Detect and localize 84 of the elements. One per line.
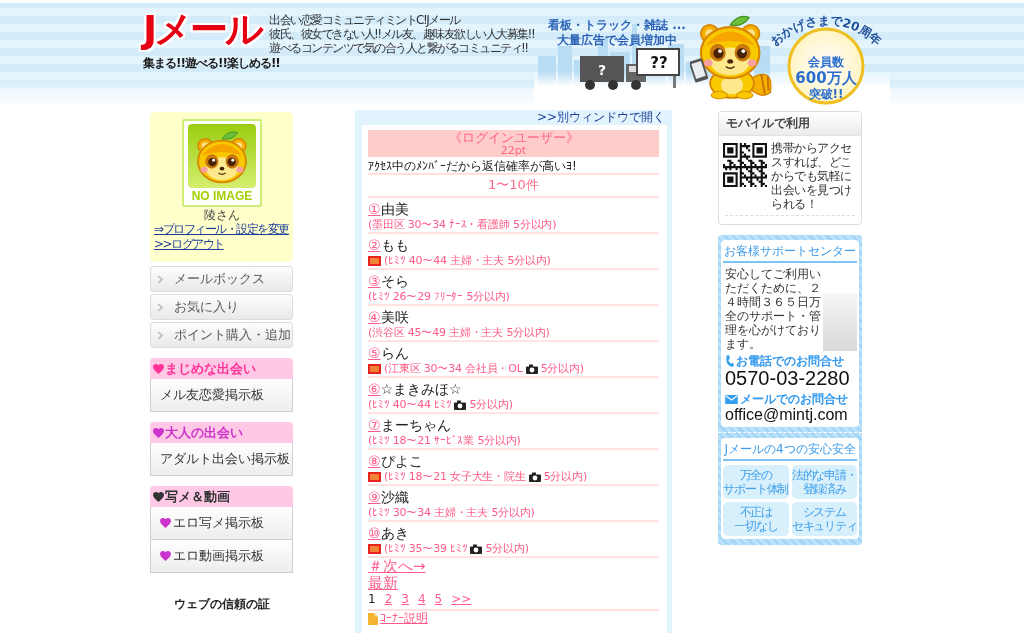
member-name[interactable]: ぴよこ: [380, 453, 423, 470]
phone-icon: [725, 354, 734, 368]
member-details: (ﾋﾐﾂ 40〜44 ﾋﾐﾂ: [368, 398, 452, 411]
member-details: (ﾋﾐﾂ 30〜34 主婦・主夫 5分以内): [368, 506, 535, 519]
member-details: (江東区 30〜34 会社員・OL: [384, 362, 523, 375]
safety-point-text: 不正は: [739, 505, 772, 519]
support-description: 安心してご利用いただくために、２４時間３６５日万全のサポート・管理を心がけております。: [725, 267, 821, 351]
member-name[interactable]: 沙織: [380, 489, 409, 506]
user-name: 陵さん: [204, 208, 240, 222]
member-details: (ﾋﾐﾂ 18〜21 女子大生・院生: [384, 470, 526, 483]
profile-settings-link[interactable]: ⇒プロフィール・設定を変更: [154, 222, 289, 237]
board-link[interactable]: アダルト出会い掲示板: [150, 443, 293, 476]
member-name[interactable]: らん: [380, 345, 409, 362]
board-link[interactable]: メル友恋愛掲示板: [150, 379, 293, 412]
member-name[interactable]: もも: [380, 237, 409, 254]
section-title: まじめな出会い: [165, 360, 256, 377]
mail-label: メールでのお問合せ: [740, 392, 848, 406]
board-link[interactable]: エロ写メ掲示板: [150, 507, 293, 540]
member-name[interactable]: 由美: [380, 201, 409, 218]
mobile-card-header: モバイルで利用: [719, 112, 861, 136]
intro-text: 遊べるコンテンツで気の合う人と繋がるコミュニティ!!: [269, 41, 528, 55]
chevron-icon: [157, 274, 163, 284]
points-label: 22pt: [500, 145, 527, 157]
safety-point-text: 登録済み: [802, 482, 846, 496]
truck-label: ?: [597, 62, 607, 78]
login-user-title: 《ログインユーザー》: [448, 130, 579, 145]
member-name[interactable]: まーちゃん: [380, 417, 451, 434]
email-address: office@mintj.com: [725, 406, 848, 424]
note-icon: [368, 612, 378, 625]
chevron-icon: [157, 330, 163, 340]
site-logo[interactable]: Jメール: [143, 8, 262, 50]
login-time: 5分以内): [485, 542, 529, 555]
member-details: (ﾋﾐﾂ 18〜21 ｻｰﾋﾞｽ業 5分以内): [368, 434, 521, 447]
no-image-label: NO IMAGE: [191, 189, 253, 203]
safety-point-text: セキュリティ: [791, 519, 857, 533]
member-details: (渋谷区 45〜49 主婦・主夫 5分以内): [368, 326, 550, 339]
member-name[interactable]: あき: [380, 525, 409, 542]
seal-text: 600万人: [795, 69, 857, 87]
sign-label: ??: [650, 54, 668, 72]
logout-link[interactable]: >>ログアウト: [154, 237, 224, 252]
current-page: 1: [368, 592, 376, 606]
safety-point-text: システム: [802, 505, 846, 519]
safety-point-text: サポート体制: [723, 482, 789, 496]
seal-text: 突破!!: [808, 87, 844, 101]
member-details: (ﾋﾐﾂ 26〜29 ﾌﾘｰﾀｰ 5分以内): [368, 290, 510, 303]
board-link[interactable]: エロ動画掲示板: [150, 540, 293, 573]
seal-caption: おかげさまで20周年: [767, 13, 885, 49]
menu-button[interactable]: お気に入り: [150, 294, 293, 320]
qr-code-icon: [723, 143, 767, 187]
login-time: 5分以内): [469, 398, 513, 411]
member-name[interactable]: ☆まきみほ☆: [380, 381, 462, 398]
section-title: 大人の出会い: [165, 424, 243, 441]
banner-headline: 大量広告で会員増加中: [556, 33, 677, 48]
safety-title: Jメールの4つの安心安全: [723, 442, 857, 461]
chevron-icon: [157, 302, 163, 312]
member-details: (ﾋﾐﾂ 40〜44 主婦・主夫 5分以内): [384, 254, 551, 267]
member-name[interactable]: そら: [380, 273, 409, 290]
mascot-avatar-icon: [188, 124, 256, 188]
seal-text: 会員数: [808, 55, 844, 69]
site-tagline: 集まる!!遊べる!!楽しめる!!: [143, 56, 280, 70]
safety-point-text: 万全の: [739, 468, 772, 482]
support-title: お客様サポートセンター: [723, 244, 857, 263]
mail-icon: [725, 394, 738, 404]
intro-text: 彼氏、彼女できない人!!メル友、趣味友欲しい人大募集!!: [269, 27, 535, 41]
member-name[interactable]: 美咲: [380, 309, 409, 326]
login-time: 5分以内): [540, 362, 584, 375]
trust-seal-title: ウェブの信頼の証: [173, 597, 270, 611]
list-note: ｱｸｾｽ中のﾒﾝﾊﾞｰだから返信確率が高いﾖ!: [368, 159, 577, 173]
member-details: (ﾋﾐﾂ 35〜39 ﾋﾐﾂ: [384, 542, 468, 555]
menu-button[interactable]: ポイント購入・追加: [150, 322, 293, 348]
photo-placeholder: [823, 293, 857, 351]
banner-headline: 看板・トラック・雑誌 ...: [548, 18, 686, 33]
result-count: 1〜10件: [488, 176, 539, 194]
open-window-link[interactable]: >>別ウィンドウで開く: [536, 110, 665, 124]
login-time: 5分以内): [543, 470, 587, 483]
member-details: (墨田区 30〜34 ﾅｰｽ・看護師 5分以内): [368, 218, 557, 231]
phone-label: お電話でのお問合せ: [736, 354, 844, 368]
intro-text: 出会い恋愛コミュニティミントC!Jメール: [269, 13, 460, 27]
safety-point-text: 法的な申請・: [791, 468, 857, 482]
menu-button[interactable]: メールボックス: [150, 266, 293, 292]
phone-number: 0570-03-2280: [725, 368, 850, 389]
mobile-description: 携帯からアクセスすれば、どこからでも気軽に出会いを見つけられる！: [771, 141, 853, 211]
section-title: 写メ＆動画: [165, 488, 230, 505]
safety-point-text: 一切なし: [734, 519, 778, 533]
